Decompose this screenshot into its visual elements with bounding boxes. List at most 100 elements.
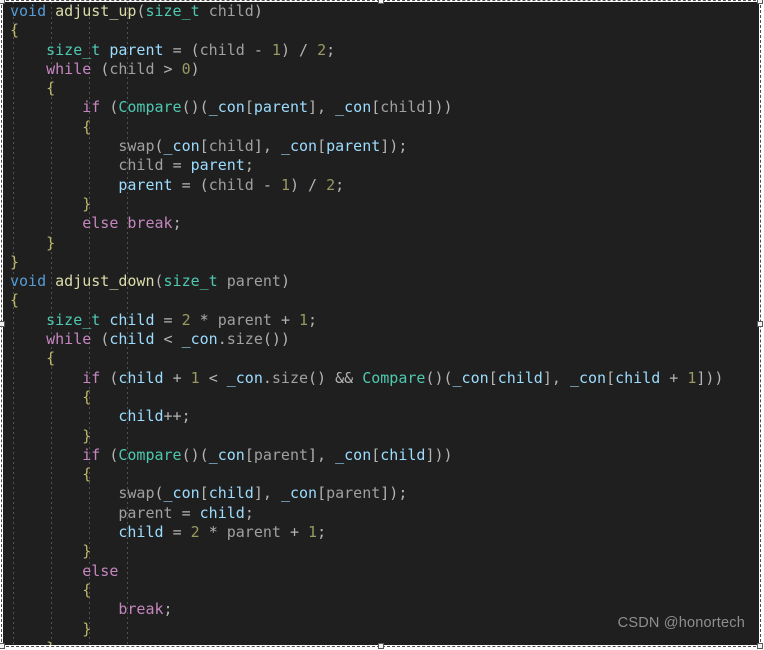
code-token-var: child	[109, 310, 155, 329]
code-line[interactable]: void adjust_up(size_t child)	[3, 2, 759, 21]
code-token-plain: child	[208, 137, 254, 156]
code-token-punct: ;	[308, 310, 318, 329]
code-token-punct: ;	[335, 175, 345, 194]
code-token-brace: {	[10, 291, 20, 310]
code-line[interactable]: {	[3, 291, 759, 310]
code-token-plain: child	[199, 40, 245, 59]
code-token-var: child	[199, 503, 245, 522]
code-line[interactable]: parent = (child - 1) / 2;	[3, 176, 759, 195]
code-token-punct: (	[100, 59, 110, 78]
code-token-op: *	[199, 310, 209, 329]
code-token-punct: [	[371, 445, 381, 464]
code-token-type: size_t	[163, 272, 218, 291]
code-line[interactable]: {	[3, 79, 759, 98]
code-token-ctrl: if	[82, 368, 101, 387]
code-line[interactable]: parent = child;	[3, 504, 759, 523]
code-token-var: _con	[335, 445, 372, 464]
code-body[interactable]: void adjust_up(size_t child){ size_t par…	[3, 2, 759, 645]
code-token-plain: child	[118, 156, 164, 175]
code-token-punct: [	[244, 445, 254, 464]
code-line[interactable]: }	[3, 427, 759, 446]
code-line[interactable]: swap(_con[child], _con[parent]);	[3, 484, 759, 503]
code-line[interactable]: {	[3, 21, 759, 40]
code-line[interactable]: else break;	[3, 214, 759, 233]
code-line[interactable]: child++;	[3, 407, 759, 426]
code-line[interactable]: else	[3, 562, 759, 581]
code-line[interactable]: {	[3, 581, 759, 600]
code-token-punct: [	[371, 98, 381, 117]
code-line[interactable]: void adjust_down(size_t parent)	[3, 272, 759, 291]
code-token-punct: ]))	[425, 98, 453, 117]
code-line[interactable]: }	[3, 234, 759, 253]
code-token-var: _con	[163, 484, 200, 503]
code-line[interactable]: {	[3, 388, 759, 407]
code-editor[interactable]: void adjust_up(size_t child){ size_t par…	[3, 2, 759, 645]
code-line[interactable]: size_t parent = (child - 1) / 2;	[3, 41, 759, 60]
code-token-punct: )	[190, 59, 200, 78]
code-line[interactable]: if (Compare()(_con[parent], _con[child])…	[3, 98, 759, 117]
code-token-punct: ],	[308, 445, 336, 464]
code-line[interactable]: }	[3, 639, 759, 645]
code-token-num: 1	[271, 40, 281, 59]
code-token-num: 2	[317, 40, 327, 59]
code-line[interactable]: {	[3, 349, 759, 368]
code-token-var: _con	[335, 98, 372, 117]
code-token-var: _con	[280, 484, 318, 503]
code-token-ctrl: break	[118, 600, 164, 619]
code-line[interactable]: size_t child = 2 * parent + 1;	[3, 311, 759, 330]
code-token-num: 1	[299, 310, 309, 329]
code-line[interactable]: if (child + 1 < _con.size() && Compare()…	[3, 369, 759, 388]
code-line[interactable]: child = 2 * parent + 1;	[3, 523, 759, 542]
code-token-punct: .	[262, 368, 272, 387]
code-line[interactable]: {	[3, 118, 759, 137]
code-token-punct: )	[253, 2, 263, 20]
code-token-punct: (	[154, 484, 164, 503]
code-token-type: size_t	[46, 40, 101, 59]
code-token-fn: adjust_up	[55, 2, 137, 20]
code-line[interactable]: }	[3, 542, 759, 561]
code-line[interactable]: }	[3, 253, 759, 272]
code-token-ctrl: if	[82, 445, 101, 464]
code-line[interactable]: if (Compare()(_con[parent], _con[child])…	[3, 446, 759, 465]
code-token-var: _con	[163, 137, 200, 156]
code-token-op: /	[308, 175, 318, 194]
code-token-brace: {	[82, 387, 92, 406]
code-line[interactable]: child = parent;	[3, 156, 759, 175]
code-token-var: child	[208, 484, 254, 503]
code-token-num: 1	[280, 175, 290, 194]
code-token-plain: child	[208, 2, 254, 20]
code-token-op: *	[208, 523, 218, 542]
code-line[interactable]: swap(_con[child], _con[parent]);	[3, 137, 759, 156]
code-line[interactable]: while (child > 0)	[3, 60, 759, 79]
code-token-punct: ;	[326, 40, 336, 59]
code-line[interactable]: while (child < _con.size())	[3, 330, 759, 349]
code-token-fn: adjust_down	[55, 272, 155, 291]
code-line[interactable]: }	[3, 195, 759, 214]
code-line[interactable]: {	[3, 465, 759, 484]
code-token-op: =	[181, 175, 191, 194]
